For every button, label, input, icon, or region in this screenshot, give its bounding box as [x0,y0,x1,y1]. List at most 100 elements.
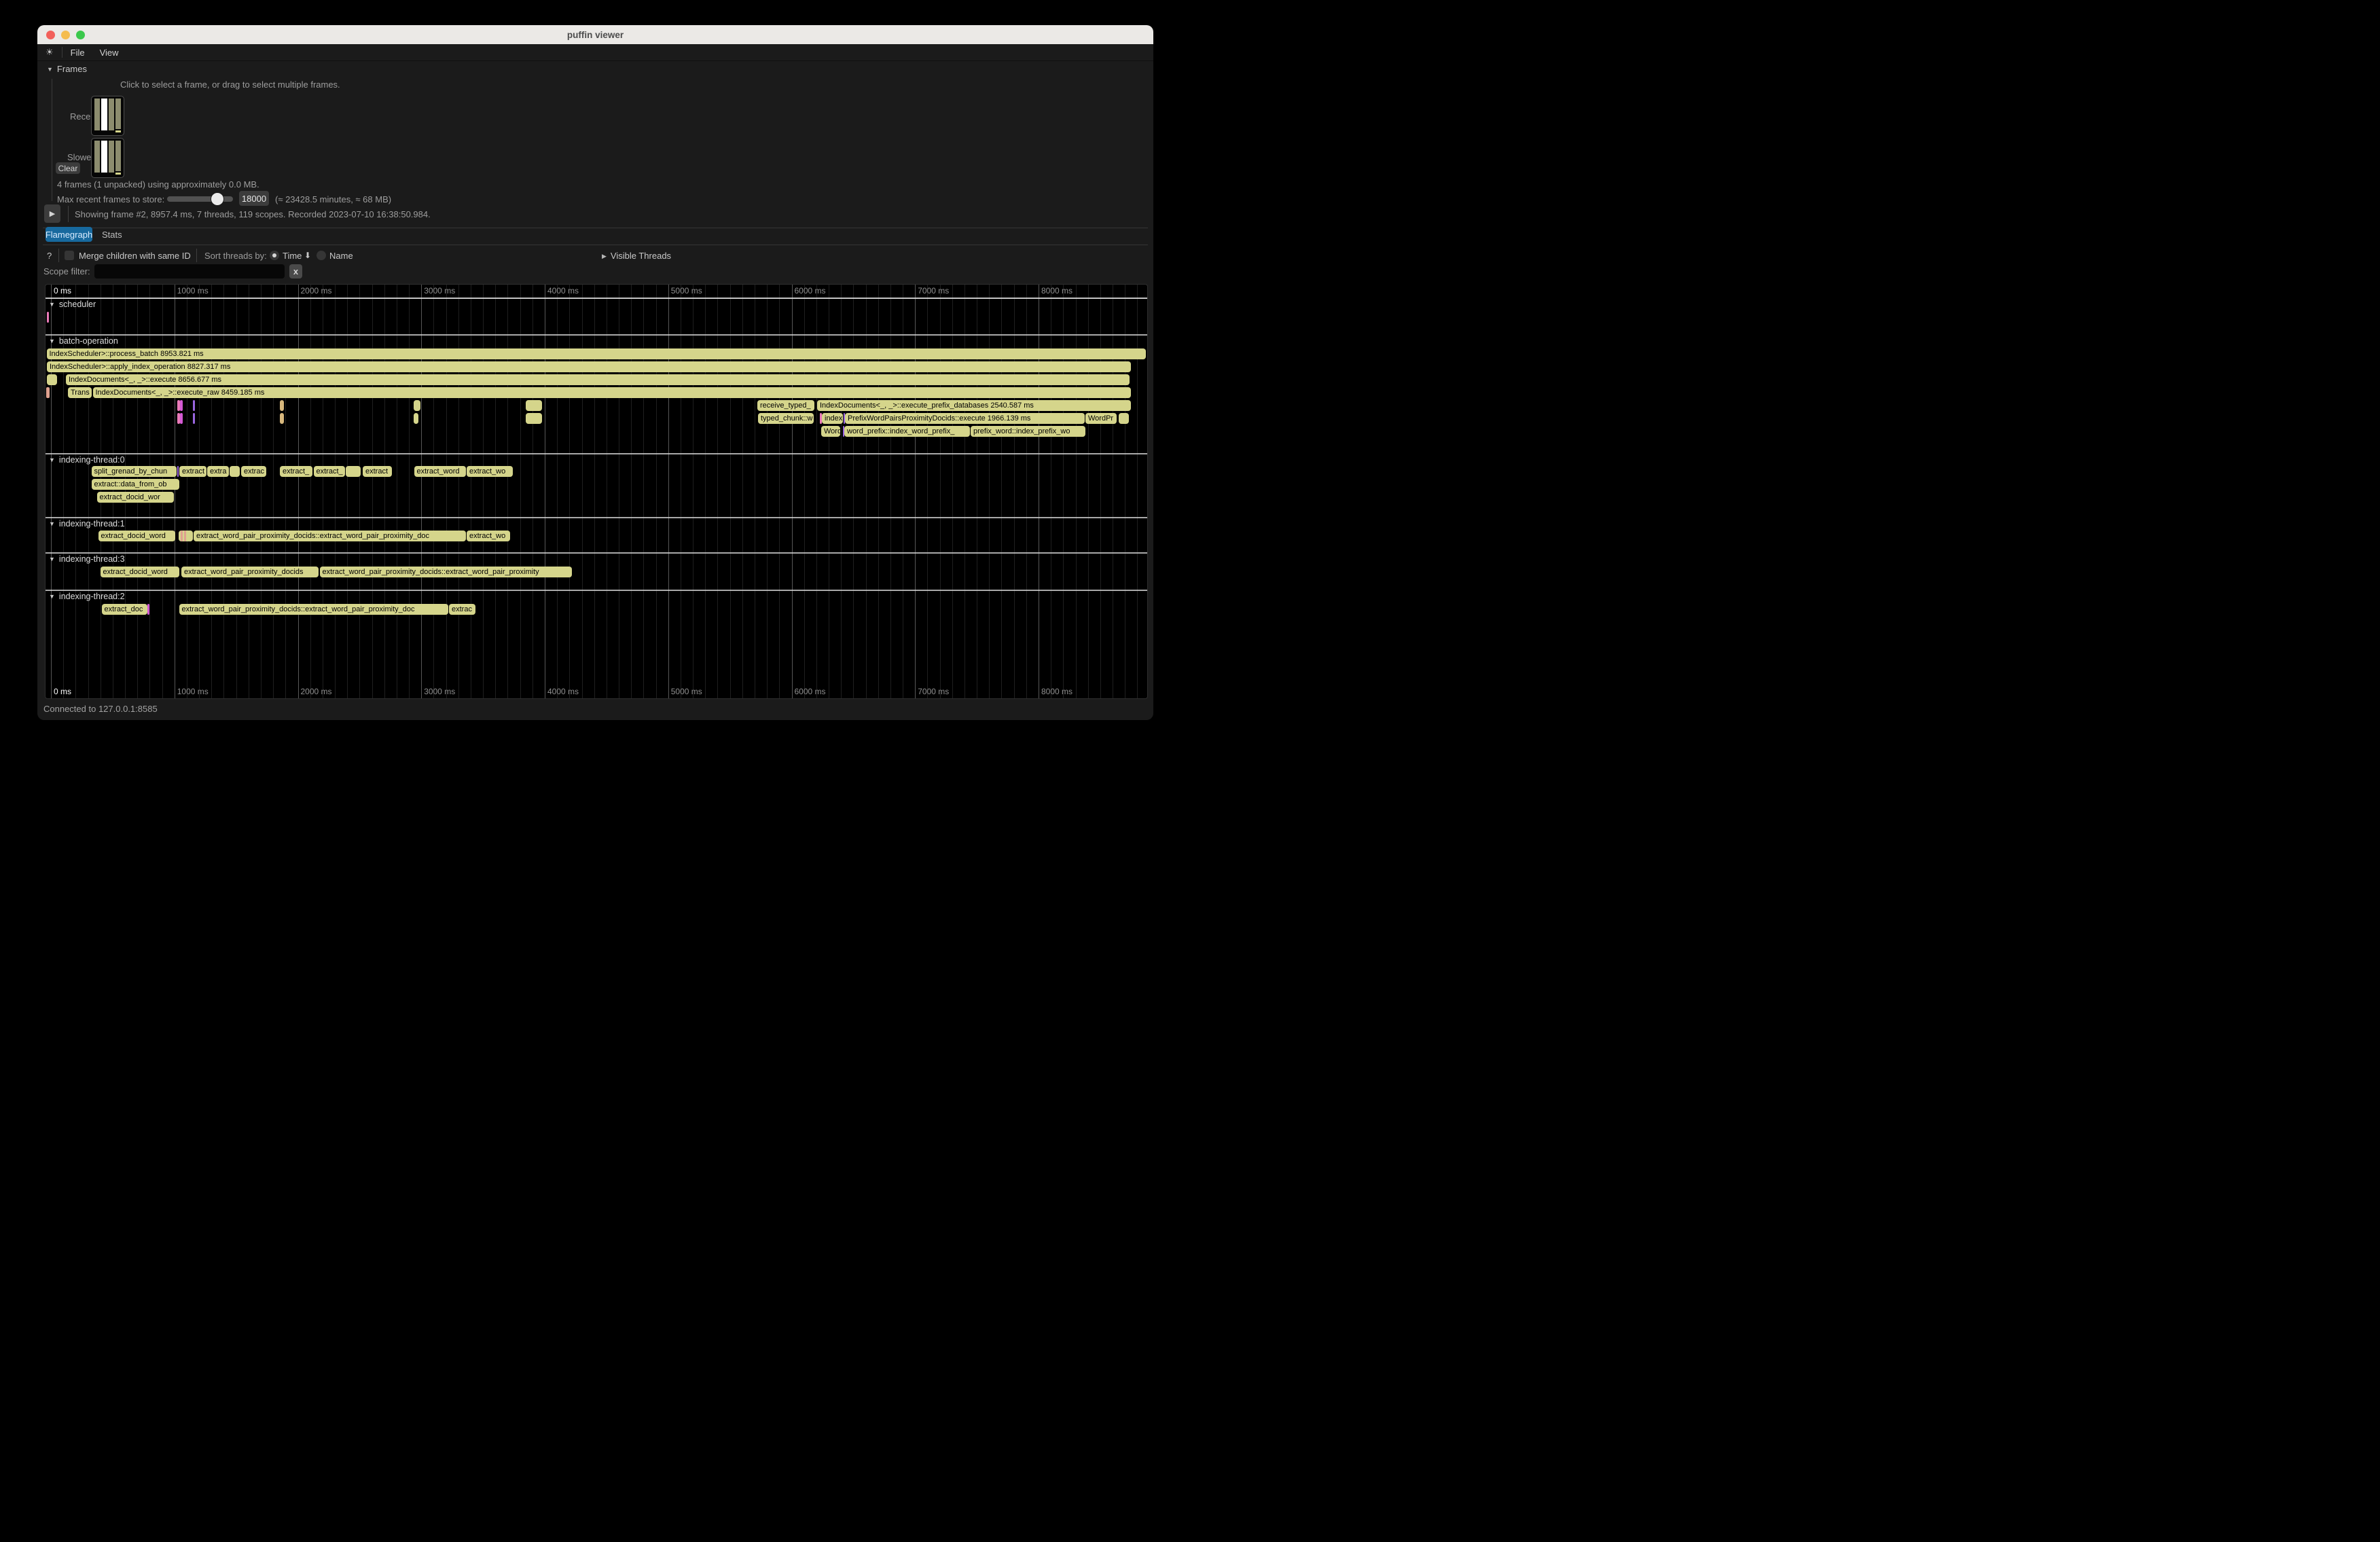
max-frames-value[interactable]: 18000 [239,191,269,206]
scope-bar[interactable]: prefix_word::index_prefix_wo [971,426,1085,437]
thread-header[interactable]: ▼indexing-thread:1 [49,519,125,528]
scope-bar[interactable]: extract_docid_word [101,567,179,577]
axis-line [46,298,1147,299]
theme-toggle-icon[interactable]: ☀ [46,47,54,58]
scope-bar[interactable]: IndexDocuments<_, _>::execute_prefix_dat… [817,400,1131,411]
scope-bar[interactable]: receive_typed_ [757,400,814,411]
help-button[interactable]: ? [47,251,52,261]
scope-bar[interactable]: extrac [449,604,475,615]
tab-stats[interactable]: Stats [102,230,122,240]
scope-bar[interactable]: WordPr [1085,413,1117,424]
scope-bar[interactable] [47,312,49,323]
radio-name[interactable] [317,251,326,260]
scope-bar[interactable]: Trans [68,387,92,398]
scope-bar[interactable] [280,413,285,424]
axis-tick-label: 3000 ms [424,286,455,295]
scope-bar[interactable]: extract_word_pair_proximity_docids::extr… [320,567,572,577]
thread-header[interactable]: ▼indexing-thread:0 [49,455,125,465]
scope-bar[interactable]: extract_word_pair_proximity_docids::extr… [194,531,466,541]
recent-thumbnail[interactable] [91,96,124,136]
scope-bar[interactable]: extract_ [280,466,312,477]
scope-bar[interactable]: PrefixWordPairsProximityDocids::execute … [845,413,1085,424]
frame-bar[interactable] [109,141,114,175]
scope-bar[interactable] [177,466,179,477]
thread-header[interactable]: ▼indexing-thread:3 [49,554,125,564]
scope-bar[interactable] [230,466,240,477]
scope-bar[interactable]: typed_chunk::w [758,413,814,424]
scope-bar[interactable]: extract_wo [467,531,510,541]
frames-section-header[interactable]: ▼Frames [47,64,87,74]
scope-bar[interactable] [180,400,183,411]
scope-bar[interactable] [346,466,361,477]
frame-bar[interactable] [94,141,100,175]
scope-bar[interactable]: extract [179,466,206,477]
grid-line [520,285,521,698]
frame-bar[interactable] [115,141,121,175]
slowest-thumbnail[interactable] [91,138,124,178]
zoom-button[interactable] [76,31,85,39]
scope-bar[interactable] [414,413,418,424]
scope-bar[interactable]: extract_docid_word [98,531,175,541]
scope-bar[interactable]: extract_docid_wor [97,492,174,503]
scope-bar[interactable]: extract_doc [102,604,147,615]
collapse-triangle-icon: ▶ [602,253,607,259]
scope-bar[interactable] [280,400,285,411]
scope-bar[interactable]: extra [207,466,229,477]
scope-bar[interactable]: extract [363,466,392,477]
frame-bar[interactable] [109,98,114,133]
slider-knob[interactable] [211,192,224,206]
max-frames-note: (≈ 23428.5 minutes, ≈ 68 MB) [275,194,391,204]
scope-filter-input[interactable] [94,264,285,279]
visible-threads-header[interactable]: ▶Visible Threads [602,251,671,261]
close-button[interactable] [46,31,55,39]
scope-bar[interactable]: IndexDocuments<_, _>::execute 8656.677 m… [66,374,1130,385]
scope-bar[interactable] [1119,413,1129,424]
scope-bar[interactable] [46,387,50,398]
scope-bar[interactable] [47,374,57,385]
thread-header[interactable]: ▼scheduler [49,300,96,309]
scope-bar[interactable]: extract_word [414,466,466,477]
scope-bar[interactable]: split_grenad_by_chun [92,466,177,477]
scope-bar[interactable] [193,413,195,424]
clear-button[interactable]: Clear [56,162,80,174]
scope-bar[interactable] [193,400,195,411]
frame-bar[interactable] [94,98,100,133]
grid-line [359,285,360,698]
scope-bar[interactable]: IndexScheduler>::process_batch 8953.821 … [47,348,1147,359]
scope-bar[interactable]: extract_word_pair_proximity_docids::extr… [179,604,449,615]
scope-bar[interactable]: extract_word_pair_proximity_docids [181,567,319,577]
scope-bar[interactable]: IndexScheduler>::apply_index_operation 8… [47,361,1131,372]
menu-view[interactable]: View [100,48,119,58]
scope-bar[interactable] [526,400,542,411]
scope-bar[interactable]: IndexDocuments<_, _>::execute_raw 8459.1… [93,387,1131,398]
radio-time-label[interactable]: Time [283,251,302,261]
flamegraph-canvas[interactable]: 0 ms0 ms1000 ms1000 ms2000 ms2000 ms3000… [45,284,1148,699]
radio-time[interactable] [270,251,279,260]
radio-name-label[interactable]: Name [329,251,353,261]
minimize-button[interactable] [61,31,70,39]
thread-header[interactable]: ▼indexing-thread:2 [49,592,125,601]
clear-filter-button[interactable]: x [289,264,302,279]
tab-flamegraph[interactable]: Flamegraph [46,227,92,242]
grid-line [742,285,743,698]
scope-bar[interactable]: extract_wo [467,466,513,477]
play-button[interactable]: ▶ [44,204,60,223]
menu-file[interactable]: File [71,48,85,58]
frame-bar[interactable] [101,98,107,133]
scope-bar[interactable]: word_prefix::index_word_prefix_ [844,426,970,437]
scope-bar[interactable] [184,531,186,541]
scope-bar[interactable] [180,413,183,424]
merge-checkbox[interactable] [65,251,74,260]
scope-bar[interactable] [147,604,150,615]
scope-bar[interactable] [526,413,542,424]
scope-bar[interactable]: extract_ [314,466,345,477]
scope-bar[interactable]: extrac [241,466,266,477]
scope-bar[interactable] [181,531,183,541]
frame-bar[interactable] [101,141,107,175]
scope-bar[interactable]: index [822,413,843,424]
scope-bar[interactable]: Word [821,426,840,437]
frame-bar[interactable] [115,98,121,133]
scope-bar[interactable]: extract::data_from_ob [92,479,180,490]
scope-bar[interactable] [414,400,420,411]
thread-header[interactable]: ▼batch-operation [49,336,118,346]
